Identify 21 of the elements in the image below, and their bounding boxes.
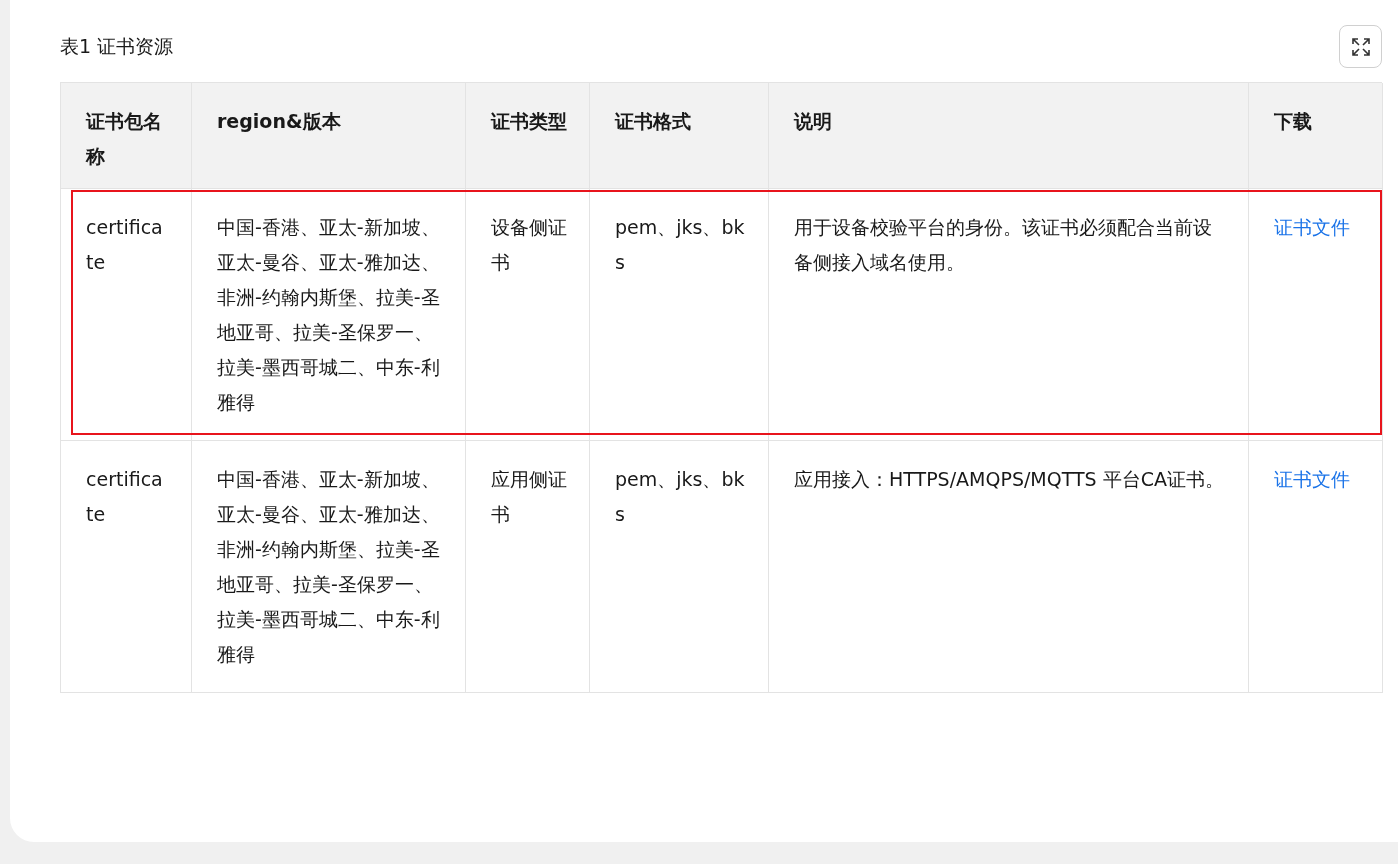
table-cell: certificate <box>61 189 192 441</box>
table-cell: certificate <box>61 441 192 693</box>
column-header: 证书包名称 <box>61 83 192 189</box>
table-cell: 设备侧证书 <box>466 189 590 441</box>
table-cell: 中国-香港、亚太-新加坡、亚太-曼谷、亚太-雅加达、非洲-约翰内斯堡、拉美-圣地亚哥、拉美-圣保罗一、拉美-墨西哥城二、中东-利雅得 <box>192 441 466 693</box>
table-cell: 应用侧证书 <box>466 441 590 693</box>
expand-icon <box>1351 37 1370 56</box>
download-link[interactable]: 证书文件 <box>1274 468 1350 490</box>
column-header: region&版本 <box>192 83 466 189</box>
column-header: 证书格式 <box>590 83 769 189</box>
column-header: 说明 <box>769 83 1249 189</box>
download-link[interactable]: 证书文件 <box>1274 216 1350 238</box>
column-header: 下载 <box>1249 83 1383 189</box>
table-caption: 表1 证书资源 <box>60 34 174 60</box>
column-header: 证书类型 <box>466 83 590 189</box>
table-cell: 中国-香港、亚太-新加坡、亚太-曼谷、亚太-雅加达、非洲-约翰内斯堡、拉美-圣地亚哥、拉美-圣保罗一、拉美-墨西哥城二、中东-利雅得 <box>192 189 466 441</box>
table-cell: pem、jks、bks <box>590 189 769 441</box>
table-cell: pem、jks、bks <box>590 441 769 693</box>
expand-button[interactable] <box>1339 25 1382 68</box>
table-cell: 用于设备校验平台的身份。该证书必须配合当前设备侧接入域名使用。 <box>769 189 1249 441</box>
table-cell: 应用接入：HTTPS/AMQPS/MQTTS 平台CA证书。 <box>769 441 1249 693</box>
